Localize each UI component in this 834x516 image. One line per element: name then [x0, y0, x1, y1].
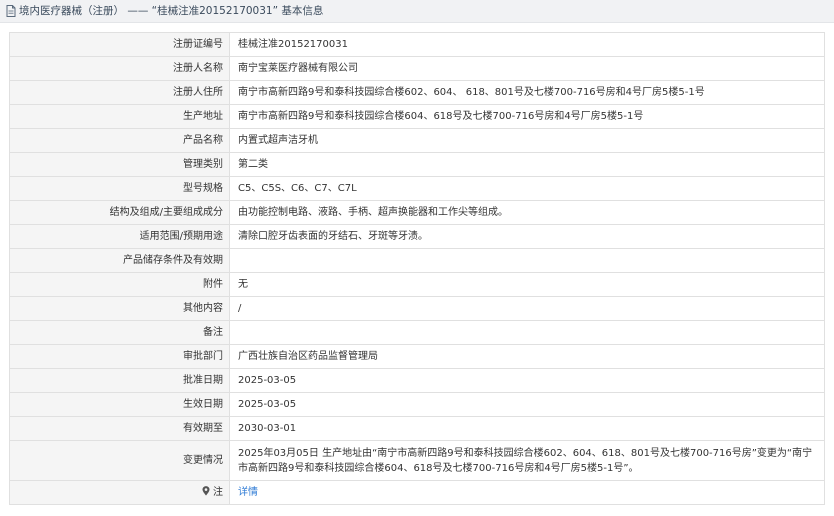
row-label: 附件	[9, 272, 230, 297]
row-label: 产品储存条件及有效期	[9, 248, 230, 273]
row-label: 管理类别	[9, 152, 230, 177]
table-row: 批准日期 2025-03-05	[9, 368, 825, 393]
row-label: 备注	[9, 320, 230, 345]
row-value: 内置式超声洁牙机	[229, 128, 825, 153]
row-label: 审批部门	[9, 344, 230, 369]
table-row: 备注	[9, 320, 825, 345]
row-value: 南宁宝莱医疗器械有限公司	[229, 56, 825, 81]
row-value: 桂械注准20152170031	[229, 32, 825, 57]
table-row: 附件 无	[9, 272, 825, 297]
row-label: 适用范围/预期用途	[9, 224, 230, 249]
row-label: 注册人名称	[9, 56, 230, 81]
row-value: 2025-03-05	[229, 368, 825, 393]
table-row: 适用范围/预期用途 清除口腔牙齿表面的牙结石、牙斑等牙渍。	[9, 224, 825, 249]
row-value: 2030-03-01	[229, 416, 825, 441]
footer-label-cell: 注	[9, 480, 230, 505]
table-row-footer: 注 详情	[9, 480, 825, 505]
row-value: 南宁市高新四路9号和泰科技园综合楼602、604、 618、801号及七楼700…	[229, 80, 825, 105]
row-label: 有效期至	[9, 416, 230, 441]
table-row: 产品储存条件及有效期	[9, 248, 825, 273]
table-row: 其他内容 /	[9, 296, 825, 321]
row-value: 南宁市高新四路9号和泰科技园综合楼604、618号及七楼700-716号房和4号…	[229, 104, 825, 129]
row-value: 无	[229, 272, 825, 297]
row-label: 结构及组成/主要组成成分	[9, 200, 230, 225]
row-value: 2025-03-05	[229, 392, 825, 417]
footer-label: 注	[213, 486, 223, 498]
row-label: 注册证编号	[9, 32, 230, 57]
footer-value-cell: 详情	[229, 480, 825, 505]
table-row: 注册人名称 南宁宝莱医疗器械有限公司	[9, 56, 825, 81]
row-label: 其他内容	[9, 296, 230, 321]
row-label: 变更情况	[9, 440, 230, 481]
row-label: 型号规格	[9, 176, 230, 201]
device-info-table: 注册证编号 桂械注准20152170031 注册人名称 南宁宝莱医疗器械有限公司…	[9, 32, 825, 505]
row-label: 生效日期	[9, 392, 230, 417]
table-row: 产品名称 内置式超声洁牙机	[9, 128, 825, 153]
table-row: 注册人住所 南宁市高新四路9号和泰科技园综合楼602、604、 618、801号…	[9, 80, 825, 105]
table-row: 生效日期 2025-03-05	[9, 392, 825, 417]
page-title: 境内医疗器械（注册） —— “桂械注准20152170031” 基本信息	[19, 5, 324, 17]
table-row: 审批部门 广西壮族自治区药品监督管理局	[9, 344, 825, 369]
table-row: 变更情况 2025年03月05日 生产地址由“南宁市高新四路9号和泰科技园综合楼…	[9, 440, 825, 481]
row-value	[229, 320, 825, 345]
location-pin-icon	[202, 485, 210, 495]
page-header: 境内医疗器械（注册） —— “桂械注准20152170031” 基本信息	[0, 0, 834, 23]
row-value: 2025年03月05日 生产地址由“南宁市高新四路9号和泰科技园综合楼602、6…	[229, 440, 825, 481]
table-row: 结构及组成/主要组成成分 由功能控制电路、液路、手柄、超声换能器和工作尖等组成。	[9, 200, 825, 225]
row-value: 广西壮族自治区药品监督管理局	[229, 344, 825, 369]
table-row: 注册证编号 桂械注准20152170031	[9, 32, 825, 57]
row-value: C5、C5S、C6、C7、C7L	[229, 176, 825, 201]
table-row: 生产地址 南宁市高新四路9号和泰科技园综合楼604、618号及七楼700-716…	[9, 104, 825, 129]
table-row: 管理类别 第二类	[9, 152, 825, 177]
document-icon	[6, 5, 16, 17]
row-value	[229, 248, 825, 273]
row-label: 批准日期	[9, 368, 230, 393]
table-row: 型号规格 C5、C5S、C6、C7、C7L	[9, 176, 825, 201]
row-value: 第二类	[229, 152, 825, 177]
row-value: 由功能控制电路、液路、手柄、超声换能器和工作尖等组成。	[229, 200, 825, 225]
row-label: 产品名称	[9, 128, 230, 153]
row-label: 注册人住所	[9, 80, 230, 105]
table-row: 有效期至 2030-03-01	[9, 416, 825, 441]
row-value: /	[229, 296, 825, 321]
details-link[interactable]: 详情	[238, 487, 258, 498]
row-label: 生产地址	[9, 104, 230, 129]
row-value: 清除口腔牙齿表面的牙结石、牙斑等牙渍。	[229, 224, 825, 249]
